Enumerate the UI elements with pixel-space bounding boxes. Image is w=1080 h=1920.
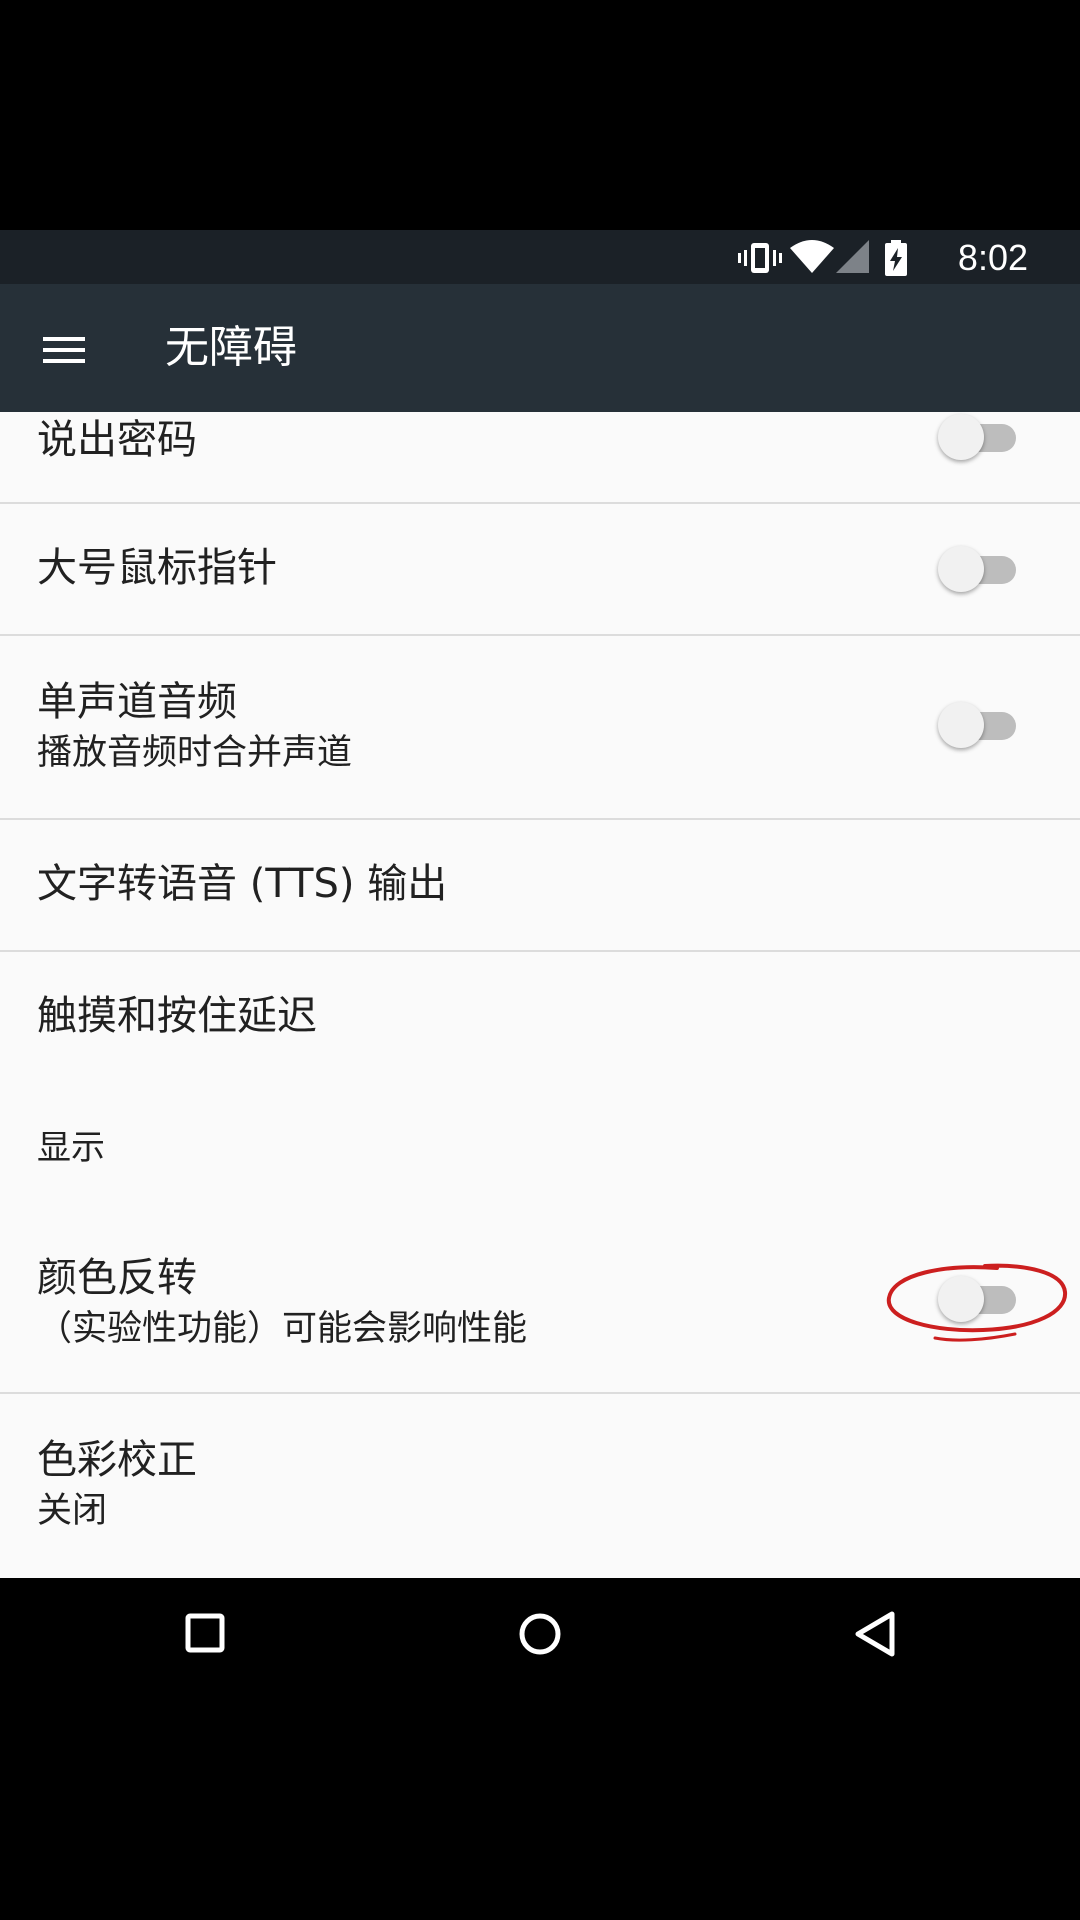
setting-title: 大号鼠标指针 [37,545,277,591]
setting-summary: 关闭 [37,1491,108,1531]
speak-passwords-switch[interactable] [938,412,1020,460]
navigation-bar [0,1578,1080,1690]
switch-thumb [938,1276,984,1322]
recents-icon[interactable] [170,1598,242,1670]
settings-list: 说出密码 大号鼠标指针 单声道音频 播放音频时合并声道 文字转语音 (TTS) … [0,412,1080,1578]
home-icon[interactable] [504,1598,576,1670]
setting-title: 文字转语音 (TTS) 输出 [37,861,448,907]
menu-icon[interactable] [28,314,100,386]
setting-speak-passwords[interactable]: 说出密码 [0,412,1080,502]
switch-thumb [938,414,984,460]
status-bar: 8:02 [0,230,1080,284]
mono-audio-switch[interactable] [938,700,1020,748]
setting-title: 色彩校正 [37,1437,197,1483]
wifi-icon [790,240,834,273]
setting-title: 说出密码 [37,417,197,463]
vibrate-icon [738,243,782,273]
large-mouse-pointer-switch[interactable] [938,544,1020,592]
setting-color-correction[interactable]: 色彩校正 关闭 [0,1394,1080,1576]
setting-color-inversion[interactable]: 颜色反转 （实验性功能）可能会影响性能 [0,1212,1080,1392]
setting-large-mouse-pointer[interactable]: 大号鼠标指针 [0,504,1080,634]
color-inversion-switch[interactable] [938,1274,1020,1322]
status-time: 8:02 [957,237,1028,278]
setting-summary: （实验性功能）可能会影响性能 [37,1309,528,1349]
setting-title: 单声道音频 [37,679,237,725]
setting-title: 颜色反转 [37,1255,197,1301]
app-toolbar: 无障碍 [0,284,1080,412]
battery-charging-icon [885,240,907,276]
back-icon[interactable] [840,1598,912,1670]
page-title: 无障碍 [165,322,297,373]
setting-summary: 播放音频时合并声道 [37,733,353,773]
setting-touch-hold-delay[interactable]: 触摸和按住延迟 [0,952,1080,1082]
setting-mono-audio[interactable]: 单声道音频 播放音频时合并声道 [0,636,1080,818]
signal-icon [836,240,869,273]
switch-thumb [938,546,984,592]
phone-screen: 8:02 无障碍 说出密码 大号鼠标指针 单声道音频 播放音频时合并声道 文字转… [0,0,1080,1920]
setting-title: 触摸和按住延迟 [37,993,317,1039]
setting-tts-output[interactable]: 文字转语音 (TTS) 输出 [0,820,1080,950]
category-display: 显示 [37,1128,105,1168]
switch-thumb [938,702,984,748]
